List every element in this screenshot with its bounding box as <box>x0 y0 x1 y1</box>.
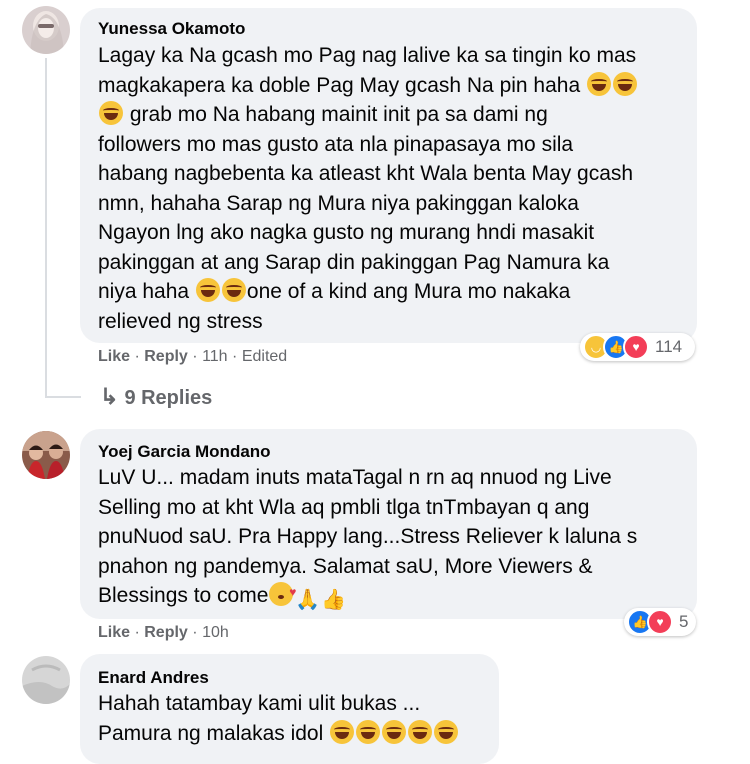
comment-text: Hahah tatambay kami ulit bukas ... Pamur… <box>98 689 459 748</box>
laugh-emoji-icon <box>408 719 433 744</box>
avatar-yoej-garcia-mondano[interactable] <box>22 431 70 479</box>
comment-author[interactable]: Yoej Garcia Mondano <box>98 442 271 462</box>
comment-actions: Like · Reply · 11h · Edited <box>98 348 288 365</box>
comment-time[interactable]: 10h <box>202 624 229 641</box>
thread-line <box>45 58 47 398</box>
comment-text: LuV U... madam inuts mataTagal n rn aq n… <box>98 463 637 612</box>
laugh-emoji-icon <box>195 278 220 302</box>
reply-arrow-icon: ↳ <box>100 384 119 409</box>
avatar-image <box>22 656 70 704</box>
comment-author[interactable]: Enard Andres <box>98 668 209 688</box>
comment-time[interactable]: 11h <box>202 348 228 365</box>
laugh-emoji-icon <box>382 719 407 744</box>
laugh-emoji-icon <box>99 101 123 125</box>
like-button[interactable]: Like <box>98 624 130 641</box>
thumbs-up-icon: 👍 <box>321 589 347 611</box>
reaction-summary[interactable]: 👍 ♥ 5 <box>624 608 696 636</box>
reaction-count: 5 <box>679 612 689 631</box>
laugh-emoji-icon <box>221 278 246 302</box>
reaction-summary[interactable]: ◡ 👍 ♥ 114 <box>580 333 695 361</box>
comment-text: Lagay ka Na gcash mo Pag nag lalive ka s… <box>98 44 637 333</box>
laugh-emoji-icon <box>586 71 611 96</box>
laugh-emoji-icon <box>612 71 637 96</box>
avatar-enard-andres[interactable] <box>22 656 70 704</box>
reaction-count: 114 <box>655 337 683 356</box>
reply-button[interactable]: Reply <box>144 348 188 365</box>
laugh-emoji-icon <box>330 719 355 744</box>
avatar-yunessa-okamoto[interactable] <box>22 6 70 54</box>
love-reaction-icon: ♥ <box>623 334 649 360</box>
avatar-image <box>22 431 70 479</box>
love-reaction-icon: ♥ <box>647 609 673 635</box>
comment-actions: Like · Reply · 10h <box>98 624 229 641</box>
praying-hands-icon: 🙏 <box>295 589 321 611</box>
kiss-emoji-icon <box>269 578 296 608</box>
comment-author[interactable]: Yunessa Okamoto <box>98 19 245 39</box>
laugh-emoji-icon <box>434 719 459 744</box>
thread-line-branch <box>45 396 81 398</box>
avatar-image <box>22 6 70 54</box>
reply-button[interactable]: Reply <box>144 624 188 641</box>
edited-label: Edited <box>241 348 288 365</box>
like-button[interactable]: Like <box>98 348 130 365</box>
view-replies-button[interactable]: ↳ 9 Replies <box>100 384 212 410</box>
laugh-emoji-icon <box>356 719 381 744</box>
